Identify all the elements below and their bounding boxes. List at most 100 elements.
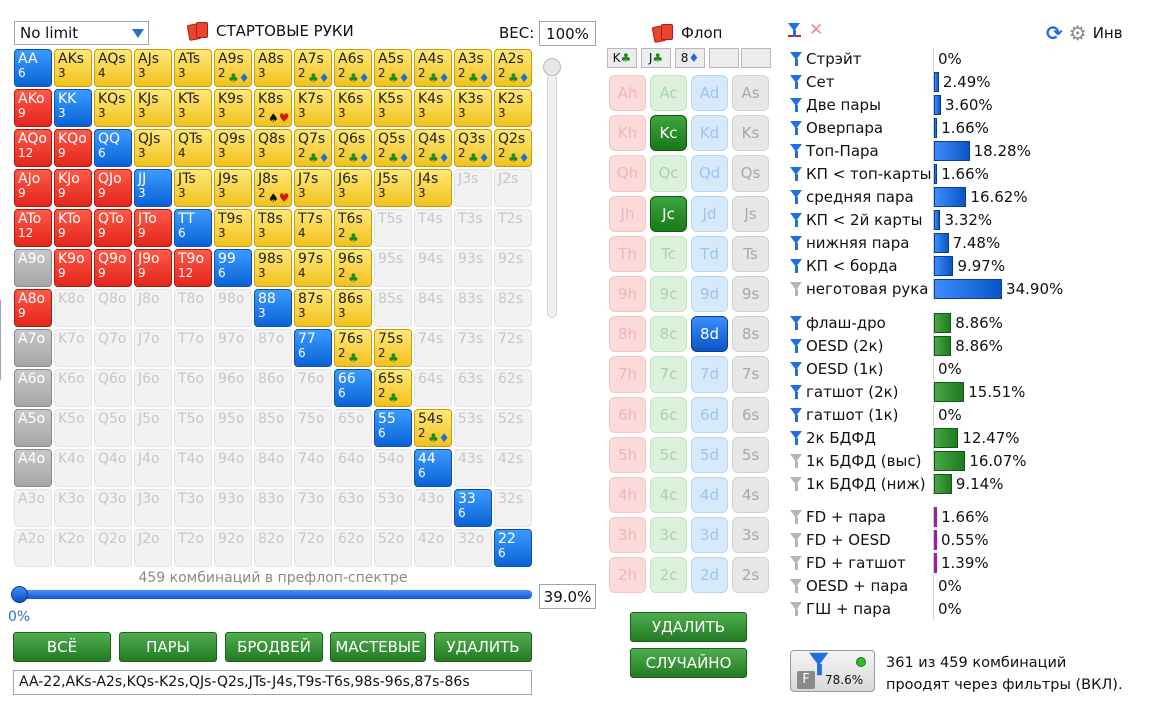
hand-cell[interactable]: A3o <box>14 489 52 527</box>
hand-cell[interactable]: K9o 9 <box>54 249 92 287</box>
range-percent-input[interactable]: 39.0% <box>539 584 596 609</box>
hand-cell[interactable]: K2s 3 <box>494 89 532 127</box>
hand-cell[interactable]: Q6o <box>94 369 132 407</box>
board-card[interactable]: Kc <box>650 115 687 152</box>
hand-cell[interactable]: TT 6 <box>174 209 212 247</box>
funnel-icon[interactable] <box>790 362 803 376</box>
weight-slider-handle[interactable] <box>543 58 561 76</box>
hand-cell[interactable]: 96s 2 ♣ <box>334 249 372 287</box>
hand-cell[interactable]: Q9o 9 <box>94 249 132 287</box>
hand-cell[interactable]: 92s <box>494 249 532 287</box>
flop-slot[interactable]: 8♦ <box>675 48 705 68</box>
hand-cell[interactable]: 99 6 <box>214 249 252 287</box>
hand-cell[interactable]: K7s 3 <box>294 89 332 127</box>
board-card[interactable]: 6h <box>609 396 646 433</box>
board-card[interactable]: 9s <box>732 275 769 313</box>
stat-row[interactable]: неготовая рука 34.90% <box>788 278 1148 300</box>
hand-cell[interactable]: T3o <box>174 489 212 527</box>
hand-cell[interactable]: 76o <box>294 369 332 407</box>
hand-cell[interactable]: Q2o <box>94 529 132 567</box>
hand-cell[interactable]: J5s 3 <box>374 169 412 207</box>
hand-cell[interactable]: J3s <box>454 169 492 207</box>
board-card[interactable]: 4h <box>609 476 646 514</box>
hand-cell[interactable]: Q3o <box>94 489 132 527</box>
hand-cell[interactable]: QJs 3 <box>134 129 172 167</box>
pairs-button[interactable]: ПАРЫ <box>119 632 217 662</box>
hand-cell[interactable]: QJo 9 <box>94 169 132 207</box>
funnel-icon[interactable] <box>790 98 803 112</box>
hand-cell[interactable]: 62o <box>334 529 372 567</box>
random-board-button[interactable]: СЛУЧАЙНО <box>630 648 747 678</box>
hand-cell[interactable]: T8o <box>174 289 212 327</box>
hand-cell[interactable]: KTs 3 <box>174 89 212 127</box>
stat-row[interactable]: 1к БДФД (ниж) 9.14% <box>788 473 1148 495</box>
hand-cell[interactable]: 97s 4 <box>294 249 332 287</box>
hand-cell[interactable]: 82s <box>494 289 532 327</box>
funnel-icon[interactable] <box>790 602 803 616</box>
hand-cell[interactable]: Q8s 3 <box>254 129 292 167</box>
hand-cell[interactable]: K6s 3 <box>334 89 372 127</box>
hand-cell[interactable]: Q6s 2 ♣♦ <box>334 129 372 167</box>
board-card[interactable]: Jd <box>691 195 728 232</box>
hand-cell[interactable]: 65o <box>334 409 372 447</box>
hand-cell[interactable]: A3s 2 ♣♦ <box>454 49 492 87</box>
funnel-icon[interactable] <box>790 282 803 296</box>
hand-cell[interactable]: T2s <box>494 209 532 247</box>
board-card[interactable]: 6c <box>650 396 687 433</box>
hand-cell[interactable]: A7s 2 ♣♦ <box>294 49 332 87</box>
hand-cell[interactable]: A9o <box>14 249 52 287</box>
hand-cell[interactable]: 98s 3 <box>254 249 292 287</box>
board-card[interactable]: Kd <box>691 115 728 152</box>
hand-cell[interactable]: 65s 2 ♣ <box>374 369 412 407</box>
stat-row[interactable]: гатшот (2к) 15.51% <box>788 381 1148 403</box>
stat-row[interactable]: КП < 2й карты 3.32% <box>788 209 1148 231</box>
hand-cell[interactable]: AJo 9 <box>14 169 52 207</box>
hand-cell[interactable]: 52o <box>374 529 412 567</box>
board-card[interactable]: 8s <box>732 316 769 353</box>
hand-cell[interactable]: A9s 2 ♣♦ <box>214 49 252 87</box>
funnel-icon[interactable] <box>790 339 803 353</box>
hand-cell[interactable]: A7o <box>14 329 52 367</box>
board-card[interactable]: 3c <box>650 517 687 554</box>
hand-cell[interactable]: 74s <box>414 329 452 367</box>
board-card[interactable]: 4c <box>650 476 687 514</box>
board-card[interactable]: 8d <box>691 316 728 353</box>
hand-cell[interactable]: Q5o <box>94 409 132 447</box>
funnel-icon[interactable] <box>790 556 803 570</box>
hand-cell[interactable]: 54o <box>374 449 412 487</box>
hand-cell[interactable]: KK 3 <box>54 89 92 127</box>
board-card[interactable]: 5d <box>691 436 728 473</box>
funnel-icon[interactable] <box>790 533 803 547</box>
hand-cell[interactable]: J2o <box>134 529 172 567</box>
hand-cell[interactable]: A5s 2 ♣♦ <box>374 49 412 87</box>
hand-cell[interactable]: 54s 2 ♣♦ <box>414 409 452 447</box>
stat-row[interactable]: 2к БДФД 12.47% <box>788 427 1148 449</box>
board-card[interactable]: Qs <box>732 155 769 192</box>
board-card[interactable]: Qd <box>691 155 728 192</box>
board-card[interactable]: 7d <box>691 356 728 393</box>
hand-cell[interactable]: Q3s 2 ♣♦ <box>454 129 492 167</box>
hand-cell[interactable]: T7s 4 <box>294 209 332 247</box>
hand-cell[interactable]: KQo 9 <box>54 129 92 167</box>
funnel-icon[interactable] <box>790 167 803 181</box>
hand-cell[interactable]: 33 6 <box>454 489 492 527</box>
funnel-icon[interactable] <box>790 431 803 445</box>
hand-cell[interactable]: 96o <box>214 369 252 407</box>
hand-cell[interactable]: 72s <box>494 329 532 367</box>
stat-row[interactable]: средняя пара 16.62% <box>788 186 1148 208</box>
hand-cell[interactable]: T9o 12 <box>174 249 212 287</box>
hand-cell[interactable]: 83o <box>254 489 292 527</box>
hand-cell[interactable]: Q8o <box>94 289 132 327</box>
hand-cell[interactable]: AJs 3 <box>134 49 172 87</box>
clear-filter-icon[interactable]: ✕ <box>809 20 823 40</box>
board-card[interactable]: 6s <box>732 396 769 433</box>
stat-row[interactable]: нижняя пара 7.48% <box>788 232 1148 254</box>
hand-cell[interactable]: 66 6 <box>334 369 372 407</box>
stat-row[interactable]: OESD + пара 0% <box>788 575 1148 597</box>
hand-cell[interactable]: 87o <box>254 329 292 367</box>
hand-cell[interactable]: KJs 3 <box>134 89 172 127</box>
hand-cell[interactable]: JTs 3 <box>174 169 212 207</box>
board-card[interactable]: 8c <box>650 316 687 353</box>
stat-row[interactable]: OESD (1к) 0% <box>788 358 1148 380</box>
hand-cell[interactable]: 85s <box>374 289 412 327</box>
